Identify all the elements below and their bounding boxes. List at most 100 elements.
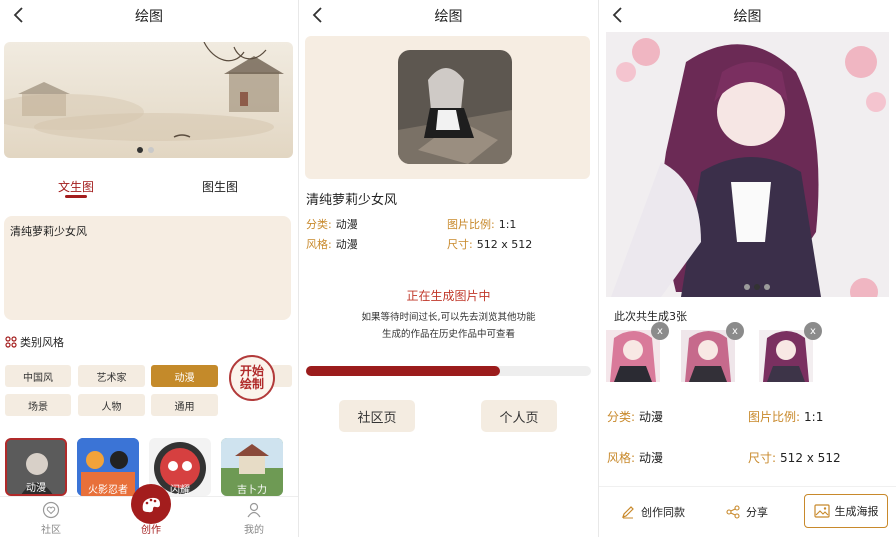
ratio-value: 1:1 bbox=[498, 218, 517, 231]
wait-hint: 如果等待时间过长,可以先去浏览其他功能 bbox=[361, 312, 536, 323]
result-thumb-3[interactable] bbox=[759, 330, 813, 382]
style-thumb-naruto[interactable]: 火影忍者 bbox=[77, 438, 139, 496]
history-hint: 生成的作品在历史作品中可查看 bbox=[381, 329, 515, 340]
size-info: 尺寸: 512 x 512 bbox=[748, 449, 841, 466]
back-arrow-icon[interactable] bbox=[8, 4, 30, 26]
result-count: 此次共生成3张 bbox=[614, 310, 687, 323]
image-icon bbox=[813, 504, 830, 518]
start-drawing-label: 开始绘制 bbox=[239, 364, 264, 391]
tab-indicator bbox=[65, 195, 87, 198]
tab-label: 创作 bbox=[141, 525, 161, 536]
size-info: 尺寸: 512 x 512 bbox=[447, 236, 532, 252]
ratio-label: 图片比例: bbox=[447, 218, 495, 231]
size-value: 512 x 512 bbox=[476, 238, 533, 251]
result-thumb-2[interactable] bbox=[681, 330, 735, 382]
ratio-info: 图片比例: 1:1 bbox=[447, 216, 516, 232]
chip-artist[interactable]: 艺术家 bbox=[78, 365, 145, 387]
community-page-button[interactable]: 社区页 bbox=[339, 400, 415, 432]
ratio-value: 1:1 bbox=[804, 410, 824, 424]
back-arrow-icon[interactable] bbox=[607, 4, 629, 26]
generating-status: 正在生成图片中 bbox=[406, 289, 491, 303]
style-thumb-ghibli[interactable]: 吉卜力 bbox=[221, 438, 283, 496]
banner-image[interactable] bbox=[4, 42, 293, 158]
chip-chinese-style[interactable]: 中国风 bbox=[5, 365, 71, 387]
nav-bar: 绘图 bbox=[0, 0, 298, 32]
pagination-dot[interactable] bbox=[137, 147, 143, 153]
remove-thumb-2-button[interactable]: x bbox=[726, 322, 744, 340]
page-title: 绘图 bbox=[434, 9, 463, 25]
nav-bar: 绘图 bbox=[299, 0, 598, 32]
ratio-label: 图片比例: bbox=[748, 410, 801, 424]
thumb-label: 火影忍者 bbox=[88, 485, 128, 496]
palette-brush-icon bbox=[142, 497, 160, 513]
pagination-dot[interactable] bbox=[744, 284, 750, 290]
tab-community[interactable]: 社区 bbox=[21, 501, 81, 536]
category-title: 类别风格 bbox=[20, 336, 64, 349]
drawing-screen-generating: 绘图 清纯萝莉少女风 分类: 动漫 图片比例: 1:1 风格: 动漫 尺寸: 512 x… bbox=[299, 0, 598, 537]
result-pagination bbox=[744, 284, 770, 290]
tab-text-to-image[interactable]: 文生图 bbox=[58, 178, 94, 195]
style-value: 动漫 bbox=[639, 451, 664, 465]
tab-label: 我的 bbox=[244, 525, 264, 536]
category-icon bbox=[5, 336, 17, 348]
style-label: 风格: bbox=[607, 451, 636, 465]
create-button[interactable] bbox=[131, 484, 171, 524]
result-thumbnail-image bbox=[759, 330, 813, 382]
thumb-label: 动漫 bbox=[26, 483, 46, 494]
banner-pagination bbox=[137, 147, 154, 153]
chip-anime[interactable]: 动漫 bbox=[151, 365, 218, 387]
generation-preview-card bbox=[305, 36, 590, 179]
tab-image-to-image[interactable]: 图生图 bbox=[202, 178, 238, 195]
result-thumbnail-image bbox=[681, 330, 735, 382]
generation-progress-bar bbox=[306, 366, 591, 376]
generate-poster-button[interactable]: 生成海报 bbox=[804, 494, 888, 528]
style-info: 风格: 动漫 bbox=[607, 449, 663, 466]
style-info: 风格: 动漫 bbox=[306, 236, 358, 252]
pagination-dot[interactable] bbox=[148, 147, 154, 153]
user-icon bbox=[247, 502, 261, 518]
generated-result-image[interactable] bbox=[606, 32, 889, 297]
category-info: 分类: 动漫 bbox=[306, 216, 358, 232]
ink-landscape-illustration bbox=[4, 42, 284, 141]
page-title: 绘图 bbox=[135, 9, 163, 25]
tab-label: 社区 bbox=[41, 525, 61, 536]
pagination-dot[interactable] bbox=[764, 284, 770, 290]
remove-thumb-3-button[interactable]: x bbox=[804, 322, 822, 340]
category-header: 类别风格 bbox=[5, 334, 64, 350]
start-drawing-button[interactable]: 开始绘制 bbox=[229, 355, 275, 401]
generated-preview-image[interactable] bbox=[398, 50, 512, 164]
pencil-icon bbox=[622, 506, 634, 519]
category-value: 动漫 bbox=[639, 410, 664, 424]
drawing-screen-text-to-image: 绘图 文生图 图生图 清纯萝莉少女风 类别风格 中国风 艺术家 动漫 场景 人物… bbox=[0, 0, 298, 537]
action-bar: 创作同款 分享 生成海报 bbox=[599, 486, 896, 537]
ratio-info: 图片比例: 1:1 bbox=[748, 408, 823, 425]
chip-character[interactable]: 人物 bbox=[78, 394, 145, 416]
pagination-dot[interactable] bbox=[754, 284, 760, 290]
progress-fill bbox=[306, 366, 500, 376]
page-title: 绘图 bbox=[733, 9, 762, 25]
back-arrow-icon[interactable] bbox=[307, 4, 329, 26]
personal-page-button[interactable]: 个人页 bbox=[481, 400, 557, 432]
category-label: 分类: bbox=[306, 218, 332, 231]
prompt-text: 清纯萝莉少女风 bbox=[10, 225, 87, 238]
anime-girl-preview bbox=[398, 50, 512, 164]
result-thumb-1[interactable] bbox=[606, 330, 660, 382]
share-button[interactable]: 分享 bbox=[726, 504, 768, 520]
category-value: 动漫 bbox=[335, 218, 358, 231]
category-label: 分类: bbox=[607, 410, 636, 424]
chip-scene[interactable]: 场景 bbox=[5, 394, 71, 416]
create-same-label: 创作同款 bbox=[641, 506, 685, 519]
category-info: 分类: 动漫 bbox=[607, 408, 663, 425]
tab-mine[interactable]: 我的 bbox=[224, 501, 284, 536]
create-same-button[interactable]: 创作同款 bbox=[621, 504, 685, 520]
anime-girl-result-illustration bbox=[606, 32, 889, 297]
style-thumb-anime[interactable]: 动漫 bbox=[5, 438, 67, 496]
size-value: 512 x 512 bbox=[780, 451, 841, 465]
size-label: 尺寸: bbox=[447, 238, 473, 251]
chip-general[interactable]: 通用 bbox=[151, 394, 218, 416]
share-icon bbox=[726, 505, 740, 519]
generate-poster-label: 生成海报 bbox=[834, 505, 879, 518]
prompt-input[interactable]: 清纯萝莉少女风 bbox=[4, 216, 291, 320]
drawing-screen-result: 绘图 此次共生成3张 x x x 分类: 动漫 图片比例: 1:1 风格: 动漫… bbox=[599, 0, 896, 537]
remove-thumb-1-button[interactable]: x bbox=[651, 322, 669, 340]
